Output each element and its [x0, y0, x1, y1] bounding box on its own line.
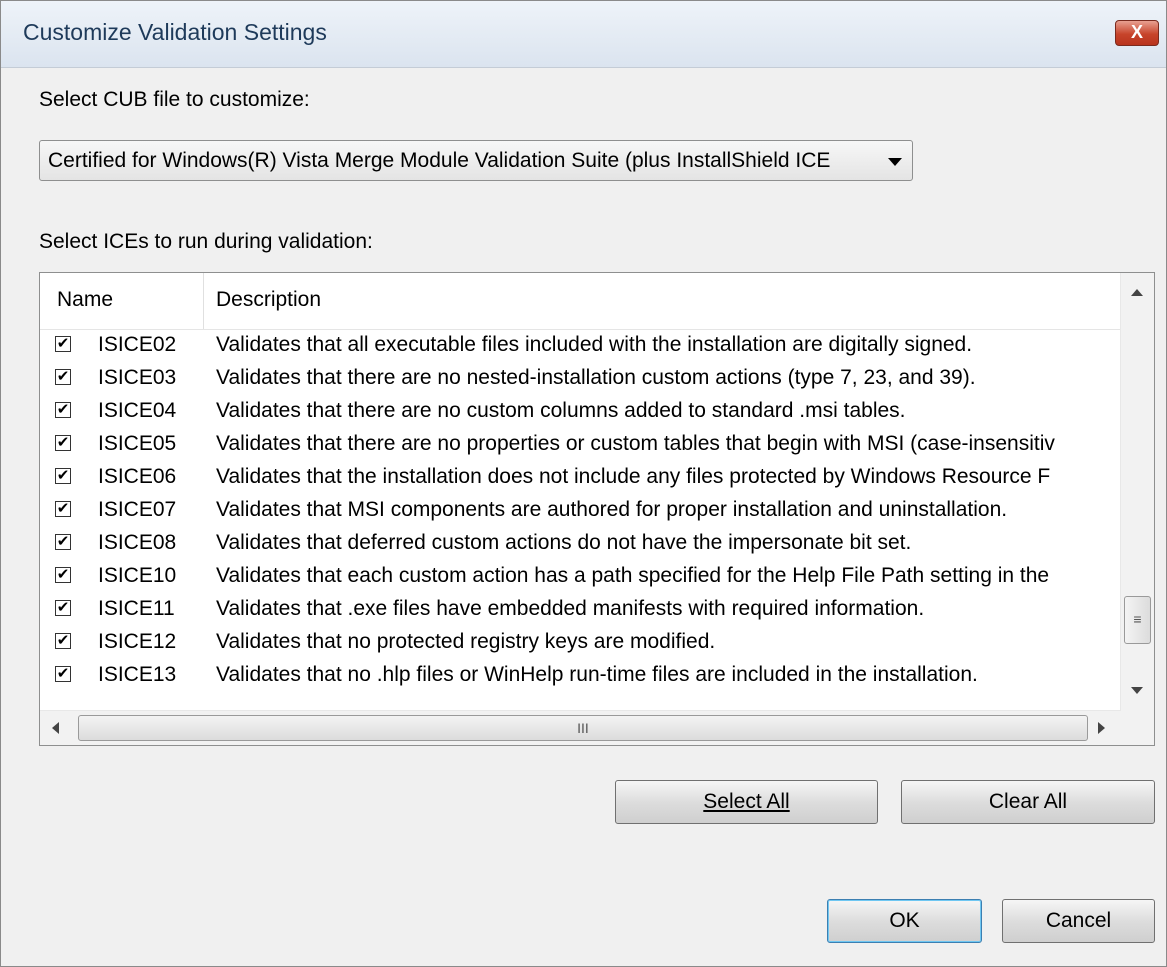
row-name: ISICE08 — [98, 531, 177, 554]
row-name: ISICE06 — [98, 465, 177, 488]
row-name: ISICE04 — [98, 399, 177, 422]
select-all-label: Select All — [703, 790, 790, 813]
row-description: Validates that .exe files have embedded … — [216, 597, 925, 620]
row-name: ISICE11 — [98, 597, 175, 620]
row-description: Validates that no protected registry key… — [216, 630, 716, 653]
row-checkbox[interactable]: ✔ — [55, 567, 71, 583]
ices-label: Select ICEs to run during validation: — [39, 230, 373, 253]
table-row[interactable]: ✔ ISICE10 Validates that each custom actio… — [40, 561, 1122, 594]
row-name: ISICE03 — [98, 366, 177, 389]
table-row[interactable]: ✔ ISICE02 Validates that all executable fi… — [40, 330, 1122, 363]
row-description: Validates that there are no nested-insta… — [216, 366, 976, 389]
list-header: Name Description — [40, 273, 1122, 330]
table-row[interactable]: ✔ ISICE07 Validates that MSI components ar… — [40, 495, 1122, 528]
cub-file-label: Select CUB file to customize: — [39, 88, 310, 111]
vertical-scroll-thumb[interactable]: ≡ — [1124, 596, 1151, 644]
row-checkbox[interactable]: ✔ — [55, 402, 71, 418]
clear-all-button[interactable]: Clear All — [901, 780, 1155, 824]
row-checkbox[interactable]: ✔ — [55, 633, 71, 649]
scroll-up-icon[interactable] — [1131, 289, 1143, 296]
row-name: ISICE05 — [98, 432, 177, 455]
row-checkbox[interactable]: ✔ — [55, 501, 71, 517]
row-checkbox[interactable]: ✔ — [55, 600, 71, 616]
row-checkbox[interactable]: ✔ — [55, 468, 71, 484]
column-header-name[interactable]: Name — [57, 288, 113, 312]
row-description: Validates that each custom action has a … — [216, 564, 1050, 587]
row-name: ISICE02 — [98, 333, 177, 356]
close-button[interactable]: X — [1115, 20, 1159, 46]
cub-file-dropdown[interactable]: Certified for Windows(R) Vista Merge Mod… — [39, 140, 913, 181]
horizontal-scroll-thumb[interactable]: III — [78, 715, 1088, 741]
column-header-description[interactable]: Description — [216, 288, 321, 312]
vertical-scrollbar[interactable]: ≡ — [1120, 273, 1154, 710]
row-description: Validates that there are no custom colum… — [216, 399, 906, 422]
scrollbar-corner — [1121, 710, 1154, 745]
table-row[interactable]: ✔ ISICE13 Validates that no .hlp files or … — [40, 660, 1122, 693]
dialog-title: Customize Validation Settings — [23, 19, 327, 45]
row-description: Validates that all executable files incl… — [216, 333, 973, 356]
cancel-button[interactable]: Cancel — [1002, 899, 1155, 943]
horizontal-scrollbar[interactable]: III — [40, 710, 1122, 745]
row-name: ISICE07 — [98, 498, 177, 521]
scroll-right-icon[interactable] — [1098, 722, 1105, 734]
row-description: Validates that the installation does not… — [216, 465, 1051, 488]
row-name: ISICE13 — [98, 663, 177, 686]
column-divider[interactable] — [203, 273, 204, 329]
table-row[interactable]: ✔ ISICE04 Validates that there are no cust… — [40, 396, 1122, 429]
row-name: ISICE12 — [98, 630, 177, 653]
ice-list[interactable]: Name Description ✔ ISICE02 Validates that … — [39, 272, 1155, 746]
row-checkbox[interactable]: ✔ — [55, 666, 71, 682]
row-description: Validates that no .hlp files or WinHelp … — [216, 663, 978, 686]
scroll-left-icon[interactable] — [52, 722, 59, 734]
ice-rows: ✔ ISICE02 Validates that all executable fi… — [40, 330, 1122, 710]
table-row[interactable]: ✔ ISICE12 Validates that no protected regi… — [40, 627, 1122, 660]
select-all-button[interactable]: Select All — [615, 780, 878, 824]
table-row[interactable]: ✔ ISICE11 Validates that .exe files have e… — [40, 594, 1122, 627]
dialog-window: Customize Validation Settings X Select C… — [0, 0, 1167, 967]
chevron-down-icon[interactable] — [888, 158, 902, 166]
table-row[interactable]: ✔ ISICE06 Validates that the installation … — [40, 462, 1122, 495]
row-checkbox[interactable]: ✔ — [55, 336, 71, 352]
row-checkbox[interactable]: ✔ — [55, 435, 71, 451]
ok-button[interactable]: OK — [827, 899, 982, 943]
cub-file-selected-value: Certified for Windows(R) Vista Merge Mod… — [48, 149, 831, 172]
scroll-down-icon[interactable] — [1131, 687, 1143, 694]
row-checkbox[interactable]: ✔ — [55, 369, 71, 385]
row-checkbox[interactable]: ✔ — [55, 534, 71, 550]
table-row[interactable]: ✔ ISICE08 Validates that deferred custom a… — [40, 528, 1122, 561]
title-bar[interactable]: Customize Validation Settings X — [1, 1, 1166, 68]
table-row[interactable]: ✔ ISICE05 Validates that there are no prop… — [40, 429, 1122, 462]
row-description: Validates that there are no properties o… — [216, 432, 1055, 455]
row-description: Validates that deferred custom actions d… — [216, 531, 912, 554]
row-description: Validates that MSI components are author… — [216, 498, 1008, 521]
table-row[interactable]: ✔ ISICE03 Validates that there are no nest… — [40, 363, 1122, 396]
row-name: ISICE10 — [98, 564, 177, 587]
